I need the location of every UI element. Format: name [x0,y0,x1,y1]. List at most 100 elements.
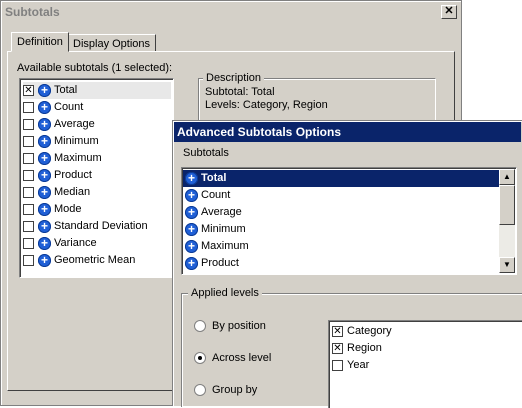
tab-definition-label: Definition [17,36,63,48]
checkbox[interactable] [23,203,34,215]
level-label: Category [347,325,392,337]
description-levels: Levels: Category, Region [205,99,328,111]
close-icon: ✕ [444,5,454,17]
description-legend: Description [203,72,265,84]
list-item-label: Count [201,189,231,201]
list-item-label: Mode [54,203,82,215]
tab-display-options-label: Display Options [73,38,151,50]
list-item[interactable]: + Standard Deviation [23,218,148,235]
list-item[interactable]: Year [332,357,369,374]
plus-icon: + [38,236,51,250]
plus-icon: + [38,151,51,165]
list-item-label: Variance [54,237,97,249]
checkbox[interactable] [23,135,34,147]
radio-label: By position [212,320,266,332]
checkbox[interactable] [23,220,34,232]
list-item[interactable]: + Geometric Mean [23,252,135,269]
list-item-label: Total [54,84,78,96]
radio-label: Across level [212,352,272,364]
list-item-label: Median [54,186,91,198]
list-item[interactable]: + Product [185,255,239,272]
subtotals-title: Subtotals [5,5,60,19]
level-label: Region [347,342,382,354]
radio-across-level[interactable]: Across level [194,352,272,365]
checkbox[interactable] [23,152,34,164]
checkbox[interactable] [23,186,34,198]
list-item[interactable]: + Minimum [185,221,246,238]
arrow-down-icon: ▼ [503,260,511,269]
tab-definition[interactable]: Definition [11,32,69,52]
list-item-label: Average [54,118,95,130]
advanced-title: Advanced Subtotals Options [177,125,342,139]
plus-icon: + [185,188,198,202]
list-item-label: Maximum [54,152,102,164]
list-item-label: Product [201,257,239,269]
checkbox[interactable] [23,118,34,130]
list-item[interactable]: + Variance [23,235,97,252]
plus-icon: + [38,185,51,199]
list-item-label: Total [201,172,227,184]
arrow-up-icon: ▲ [503,172,511,181]
plus-icon: + [185,256,198,270]
close-button[interactable]: ✕ [441,5,457,19]
list-item[interactable]: + Average [23,116,95,133]
advanced-title-bar[interactable]: Advanced Subtotals Options [174,122,521,142]
list-item[interactable]: + Maximum [23,150,102,167]
checkbox[interactable]: ✕ [332,325,343,337]
checkbox[interactable] [23,237,34,249]
plus-icon: + [185,239,198,253]
checkbox[interactable] [23,101,34,113]
level-label: Year [347,359,370,371]
list-item[interactable]: + Average [185,204,242,221]
list-item-label: Geometric Mean [54,254,136,266]
plus-icon: + [185,205,198,219]
plus-icon: + [38,168,51,182]
applied-levels-legend: Applied levels [188,287,262,299]
list-item[interactable]: + Minimum [23,133,99,150]
list-item[interactable]: + Count [185,187,230,204]
list-item[interactable]: + Count [23,99,83,116]
plus-icon: + [38,202,51,216]
available-subtotals-label: Available subtotals (1 selected): [17,62,173,74]
advanced-subtotals-list[interactable]: + Total + Count + Average + Minimum + Maximum… [181,167,517,275]
list-item[interactable]: + Median [23,184,90,201]
checkbox[interactable] [23,169,34,181]
checkbox[interactable] [332,359,343,371]
plus-icon: + [38,100,51,114]
list-item[interactable]: + Mode [23,201,82,218]
plus-icon: + [38,253,51,267]
plus-icon: + [38,134,51,148]
checkbox[interactable]: ✕ [23,84,34,96]
list-item-selected[interactable]: + Total [183,170,499,187]
list-item[interactable]: ✕ + Total [23,82,171,99]
radio-button[interactable] [194,320,206,333]
scroll-up-button[interactable]: ▲ [499,169,515,185]
description-subtotal: Subtotal: Total [205,86,275,98]
scroll-thumb[interactable] [499,185,515,225]
scroll-down-button[interactable]: ▼ [499,257,515,273]
radio-label: Group by [212,384,258,396]
list-item[interactable]: + Maximum [185,238,249,255]
plus-icon: + [185,171,198,185]
radio-button[interactable] [194,384,206,397]
levels-list[interactable]: ✕ Category ✕ Region Year [328,320,522,408]
radio-group-by[interactable]: Group by [194,384,258,397]
list-item[interactable]: ✕ Region [332,340,382,357]
vertical-scrollbar[interactable]: ▲ ▼ [499,169,515,273]
radio-button[interactable] [194,352,206,365]
advanced-subtotals-dialog: Advanced Subtotals Options Subtotals + To… [172,120,522,408]
tab-display-options[interactable]: Display Options [67,34,157,52]
checkbox[interactable] [23,254,34,266]
plus-icon: + [38,83,51,97]
radio-by-position[interactable]: By position [194,320,266,333]
list-item[interactable]: ✕ Category [332,323,392,340]
subtotals-title-bar[interactable]: Subtotals ✕ [2,2,460,22]
available-subtotals-list[interactable]: ✕ + Total + Count + Average + Minimum + Maximu… [19,78,174,278]
checkbox[interactable]: ✕ [332,342,343,354]
list-item[interactable]: + Product [23,167,92,184]
list-item-label: Average [201,206,242,218]
plus-icon: + [38,219,51,233]
subtotals-label: Subtotals [183,147,229,159]
applied-levels-groupbox: Applied levels By position Across level … [181,287,522,408]
list-item-label: Maximum [201,240,249,252]
